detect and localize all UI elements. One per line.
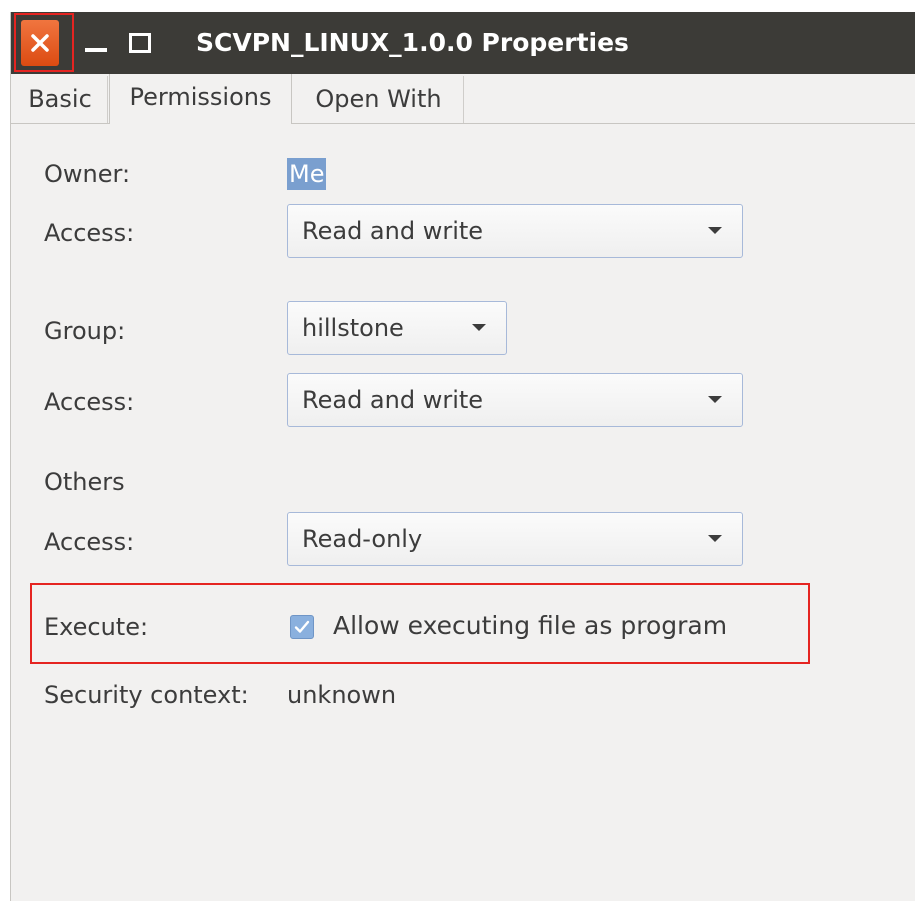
chevron-down-icon xyxy=(472,324,486,331)
group-access-value: Read and write xyxy=(302,386,484,414)
owner-access-label: Access: xyxy=(44,219,135,247)
chevron-down-icon xyxy=(708,535,722,542)
owner-label: Owner: xyxy=(44,160,131,188)
others-heading: Others xyxy=(44,468,125,496)
owner-access-dropdown[interactable]: Read and write xyxy=(287,204,743,258)
others-access-value: Read-only xyxy=(302,525,423,553)
group-label: Group: xyxy=(44,317,126,345)
execute-highlight xyxy=(30,583,810,664)
minimize-icon xyxy=(85,48,107,52)
tab-bar: Basic Permissions Open With xyxy=(11,74,915,124)
group-access-dropdown[interactable]: Read and write xyxy=(287,373,743,427)
owner-access-value: Read and write xyxy=(302,217,484,245)
group-access-label: Access: xyxy=(44,388,135,416)
title-bar: SCVPN_LINUX_1.0.0 Properties xyxy=(11,12,915,74)
minimize-button[interactable] xyxy=(83,36,109,52)
tab-basic[interactable]: Basic xyxy=(13,76,108,123)
properties-dialog: SCVPN_LINUX_1.0.0 Properties Basic Permi… xyxy=(10,12,915,901)
maximize-icon xyxy=(129,33,151,53)
window-title: SCVPN_LINUX_1.0.0 Properties xyxy=(196,28,629,57)
maximize-button[interactable] xyxy=(127,32,153,54)
tab-permissions[interactable]: Permissions xyxy=(109,74,292,124)
security-context-label: Security context: xyxy=(44,681,249,709)
chevron-down-icon xyxy=(708,396,722,403)
owner-value: Me xyxy=(287,158,327,190)
others-access-dropdown[interactable]: Read-only xyxy=(287,512,743,566)
group-value: hillstone xyxy=(302,314,404,342)
group-dropdown[interactable]: hillstone xyxy=(287,301,507,355)
close-button-highlight xyxy=(14,13,74,72)
others-access-label: Access: xyxy=(44,528,135,556)
security-context-value: unknown xyxy=(287,681,397,709)
chevron-down-icon xyxy=(708,227,722,234)
tab-open-with[interactable]: Open With xyxy=(294,76,464,123)
